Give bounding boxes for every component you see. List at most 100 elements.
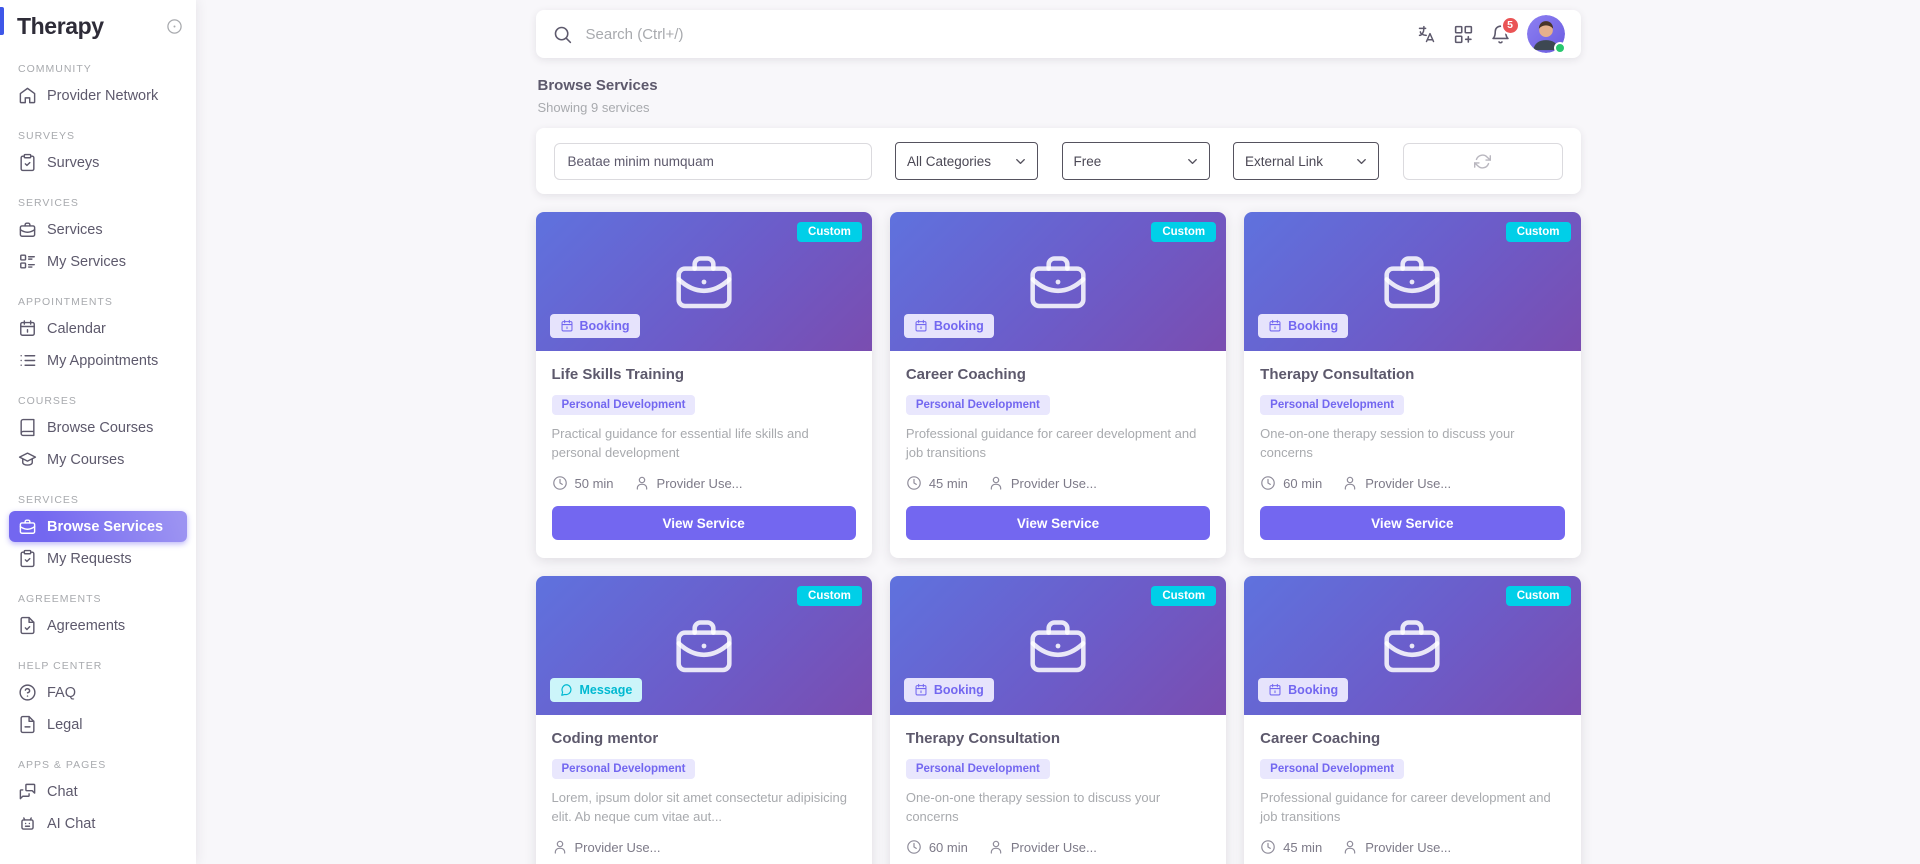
custom-badge: Custom: [1505, 222, 1571, 242]
page-subtitle: Showing 9 services: [537, 100, 650, 115]
filters-bar: All Categories Free External Link: [535, 128, 1581, 194]
service-card: Custom Booking Therapy Consultation Pers…: [889, 576, 1227, 864]
service-title: Coding mentor: [551, 730, 659, 747]
clock-icon: [906, 475, 922, 491]
sidebar-item-legal[interactable]: Legal: [9, 709, 187, 740]
sidebar-section-label: SERVICES: [18, 197, 79, 209]
briefcase-icon: [1380, 614, 1444, 678]
briefcase-icon: [672, 250, 736, 314]
service-description: Professional guidance for career develop…: [905, 426, 1197, 460]
list-icon: [18, 351, 37, 370]
provider: Provider Use...: [634, 475, 743, 491]
service-title: Life Skills Training: [551, 366, 685, 383]
calendar-icon: [1268, 319, 1282, 333]
service-description: One-on-one therapy session to discuss yo…: [1260, 426, 1515, 460]
global-search-input[interactable]: [583, 24, 1416, 44]
service-card: Custom Booking Life Skills Training Pers…: [535, 212, 872, 558]
notifications-bell-icon[interactable]: 5: [1490, 15, 1520, 45]
calendar-icon: [18, 319, 37, 338]
category-pill: Personal Development: [905, 759, 1050, 779]
file-check-icon: [18, 616, 37, 635]
calendar-icon: [914, 683, 928, 697]
briefcase-icon: [1380, 250, 1444, 314]
sidebar-item-faq[interactable]: FAQ: [9, 677, 187, 708]
chat-icon: [18, 782, 37, 801]
chevron-down-icon: [1013, 154, 1028, 169]
chevron-down-icon: [1354, 154, 1369, 169]
duration: 60 min: [1260, 475, 1322, 491]
sidebar-section-label: COURSES: [18, 395, 77, 407]
sidebar-item-browse-services[interactable]: Browse Services: [9, 511, 187, 542]
sidebar-item-calendar[interactable]: Calendar: [9, 313, 187, 344]
language-icon[interactable]: [1416, 24, 1437, 45]
duration: 50 min: [552, 475, 614, 491]
provider: Provider Use...: [1342, 475, 1451, 491]
sidebar: Therapy COMMUNITY Provider Network SURVE…: [0, 0, 196, 864]
service-card-header: Custom Booking: [889, 212, 1227, 351]
custom-badge: Custom: [1505, 586, 1571, 606]
search-icon: [552, 24, 573, 45]
calendar-icon: [560, 319, 574, 333]
briefcase-icon: [1026, 250, 1090, 314]
service-card: Custom Booking Career Coaching Personal …: [889, 212, 1227, 558]
file-text-icon: [18, 715, 37, 734]
user-icon: [988, 475, 1004, 491]
service-card: Custom Booking Therapy Consultation Pers…: [1244, 212, 1581, 558]
clock-icon: [1260, 475, 1276, 491]
sidebar-pin-toggle-icon[interactable]: [166, 18, 183, 35]
service-type-tag: Booking: [1258, 314, 1349, 338]
sidebar-item-my-courses[interactable]: My Courses: [9, 444, 187, 475]
sidebar-item-surveys[interactable]: Surveys: [9, 147, 187, 178]
service-meta: 45 min Provider Use...: [906, 473, 1210, 493]
user-icon: [1342, 839, 1358, 855]
keyword-filter-input[interactable]: [553, 142, 872, 180]
list-details-icon: [18, 252, 37, 271]
service-card-header: Custom Booking: [1244, 576, 1581, 715]
service-meta: 60 min Provider Use...: [1260, 473, 1564, 493]
message-icon: [560, 683, 574, 697]
sidebar-item-services[interactable]: Services: [9, 214, 187, 245]
duration: 45 min: [1260, 839, 1322, 855]
service-meta: 60 min Provider Use...: [906, 837, 1210, 857]
user-icon: [1342, 475, 1358, 491]
avatar[interactable]: [1526, 15, 1566, 54]
sidebar-item-my-requests[interactable]: My Requests: [9, 543, 187, 574]
sidebar-item-browse-courses[interactable]: Browse Courses: [9, 412, 187, 443]
online-status-dot: [1553, 42, 1566, 54]
view-service-button[interactable]: View Service: [551, 506, 856, 540]
category-pill: Personal Development: [551, 395, 696, 415]
reset-filters-button[interactable]: [1402, 142, 1563, 180]
sidebar-item-agreements[interactable]: Agreements: [9, 610, 187, 641]
service-card: Custom Booking Career Coaching Personal …: [1244, 576, 1581, 864]
duration: 45 min: [906, 475, 968, 491]
type-select[interactable]: External Link: [1233, 142, 1379, 180]
app-logo: Therapy: [17, 13, 104, 39]
sidebar-item-ai-chat[interactable]: AI Chat: [9, 808, 187, 839]
sidebar-item-chat[interactable]: Chat: [9, 776, 187, 807]
service-type-tag: Booking: [903, 314, 994, 338]
calendar-icon: [914, 319, 928, 333]
chevron-down-icon: [1185, 154, 1200, 169]
sidebar-nav: COMMUNITY Provider Network SURVEYS Surve…: [0, 63, 196, 839]
view-service-button[interactable]: View Service: [905, 506, 1211, 540]
clock-icon: [906, 839, 922, 855]
shortcuts-grid-icon[interactable]: [1453, 24, 1474, 45]
service-card: Custom Message Coding mentor Personal De…: [535, 576, 872, 864]
sidebar-item-provider-network[interactable]: Provider Network: [9, 80, 187, 111]
category-select[interactable]: All Categories: [895, 142, 1038, 180]
sidebar-section-label: APPOINTMENTS: [18, 296, 113, 308]
briefcase-icon: [1026, 614, 1090, 678]
custom-badge: Custom: [1151, 586, 1217, 606]
price-select[interactable]: Free: [1061, 142, 1210, 180]
sidebar-item-my-services[interactable]: My Services: [9, 246, 187, 277]
service-title: Career Coaching: [1260, 730, 1381, 747]
notification-count-badge: 5: [1500, 15, 1520, 35]
briefcase-icon: [18, 517, 37, 536]
user-icon: [988, 839, 1004, 855]
clipboard-icon: [18, 549, 37, 568]
service-meta: 45 min Provider Use...: [1260, 837, 1564, 857]
sidebar-item-my-appointments[interactable]: My Appointments: [9, 345, 187, 376]
view-service-button[interactable]: View Service: [1260, 506, 1565, 540]
user-icon: [552, 839, 568, 855]
book-icon: [18, 418, 37, 437]
